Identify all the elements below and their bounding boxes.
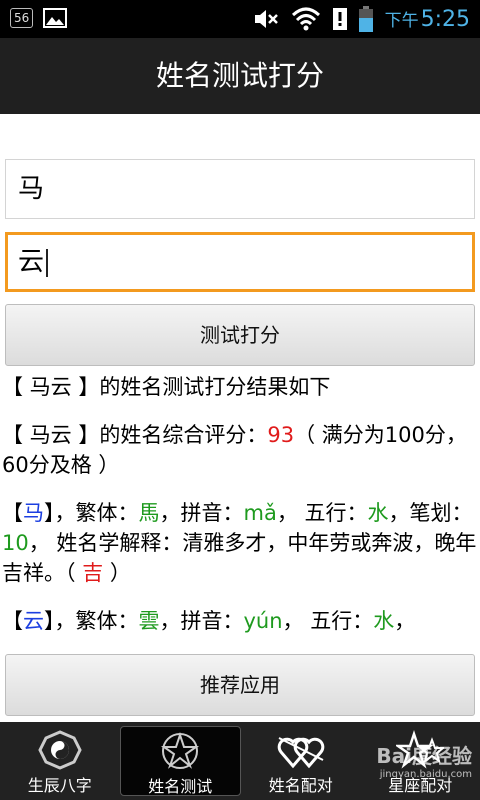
recommend-apps-button[interactable]: 推荐应用 [5, 654, 475, 716]
watermark-text: Bai度经验 [376, 744, 472, 768]
time-prefix: 下午 [384, 11, 419, 31]
nav-birth-bazi[interactable]: 生辰八字 [0, 722, 120, 800]
page-title: 姓名测试打分 [155, 59, 324, 92]
alert-icon [332, 8, 347, 30]
char2-wuxing: 水 [373, 609, 395, 633]
surname-value: 马 [18, 174, 45, 204]
char1-luck: 吉 [82, 561, 104, 585]
bracket: 【 [2, 609, 23, 633]
char1-strokes-label: ，笔划： [388, 501, 473, 525]
bagua-icon [38, 730, 82, 770]
char1-wuxing-label: ， 五行： [276, 501, 368, 525]
char2-analysis: 【云】，繁体：雲，拼音：yún， 五行：水， [2, 606, 478, 636]
char1-pinyin-label: ，拼音： [159, 501, 244, 525]
char2-traditional: 雲 [138, 609, 160, 633]
char1-pinyin: mǎ [243, 501, 277, 525]
result-panel: 【 马云 】的姓名测试打分结果如下 【 马云 】的姓名综合评分：93（ 满分为1… [2, 372, 478, 654]
nav-label: 生辰八字 [27, 776, 92, 795]
char2-char[interactable]: 云 [23, 609, 44, 633]
char2-pinyin: yún [243, 609, 283, 633]
status-bar: 56 下午5:25 [0, 0, 480, 38]
nav-name-match[interactable]: 姓名配对 [241, 722, 361, 800]
watermark-sub: jingyan.baidu.com [379, 769, 472, 780]
text-caret [46, 248, 49, 277]
char2-pinyin-label: ，拼音： [159, 609, 244, 633]
test-score-button[interactable]: 测试打分 [5, 304, 475, 366]
char1-analysis: 【马】，繁体：馬，拼音：mǎ， 五行：水，笔划： 10， 姓名学解释：清雅多才，中… [2, 498, 478, 588]
battery-icon [358, 6, 373, 32]
char1-wuxing: 水 [367, 501, 389, 525]
bottom-nav: 生辰八字 姓名测试 姓名配对 星座配对 Bai度经验 jingyan.baidu… [0, 722, 480, 800]
score-prefix: 【 马云 】的姓名综合评分： [2, 423, 268, 447]
image-notification-icon [43, 8, 68, 28]
signal-badge: 56 [10, 8, 34, 28]
char1-end: ） [103, 561, 131, 585]
given-name-input[interactable]: 云 [5, 232, 475, 292]
char1-traditional-label: 】，繁体： [44, 501, 139, 525]
main-content: 马 云 测试打分 【 马云 】的姓名测试打分结果如下 【 马云 】的姓名综合评分… [0, 114, 480, 722]
pentagram-icon [161, 731, 200, 769]
nav-label: 姓名测试 [148, 777, 213, 796]
char2-wuxing-label: ， 五行： [282, 609, 374, 633]
result-score-line: 【 马云 】的姓名综合评分：93（ 满分为100分，60分及格 ） [2, 420, 478, 480]
char1-strokes: 10 [2, 531, 29, 555]
bracket: 【 [2, 501, 23, 525]
char1-char[interactable]: 马 [23, 501, 44, 525]
nav-name-test[interactable]: 姓名测试 [119, 726, 241, 796]
char1-meaning: ， 姓名学解释：清雅多才，中年劳或奔波，晚年吉祥。（ [2, 531, 477, 585]
surname-input[interactable]: 马 [5, 159, 475, 219]
wifi-icon [291, 7, 320, 31]
char2-traditional-label: 】，繁体： [44, 609, 139, 633]
given-name-value: 云 [18, 247, 45, 277]
title-bar: 姓名测试打分 [0, 38, 480, 114]
score-value: 93 [267, 423, 295, 447]
char2-rest: ， [394, 609, 416, 633]
nav-label: 姓名配对 [268, 776, 333, 795]
hearts-icon [277, 737, 325, 769]
watermark: Bai度经验 jingyan.baidu.com [376, 740, 472, 780]
mute-icon [254, 10, 278, 28]
char1-traditional: 馬 [138, 501, 160, 525]
clock: 5:25 [420, 7, 470, 32]
result-heading: 【 马云 】的姓名测试打分结果如下 [2, 375, 331, 399]
